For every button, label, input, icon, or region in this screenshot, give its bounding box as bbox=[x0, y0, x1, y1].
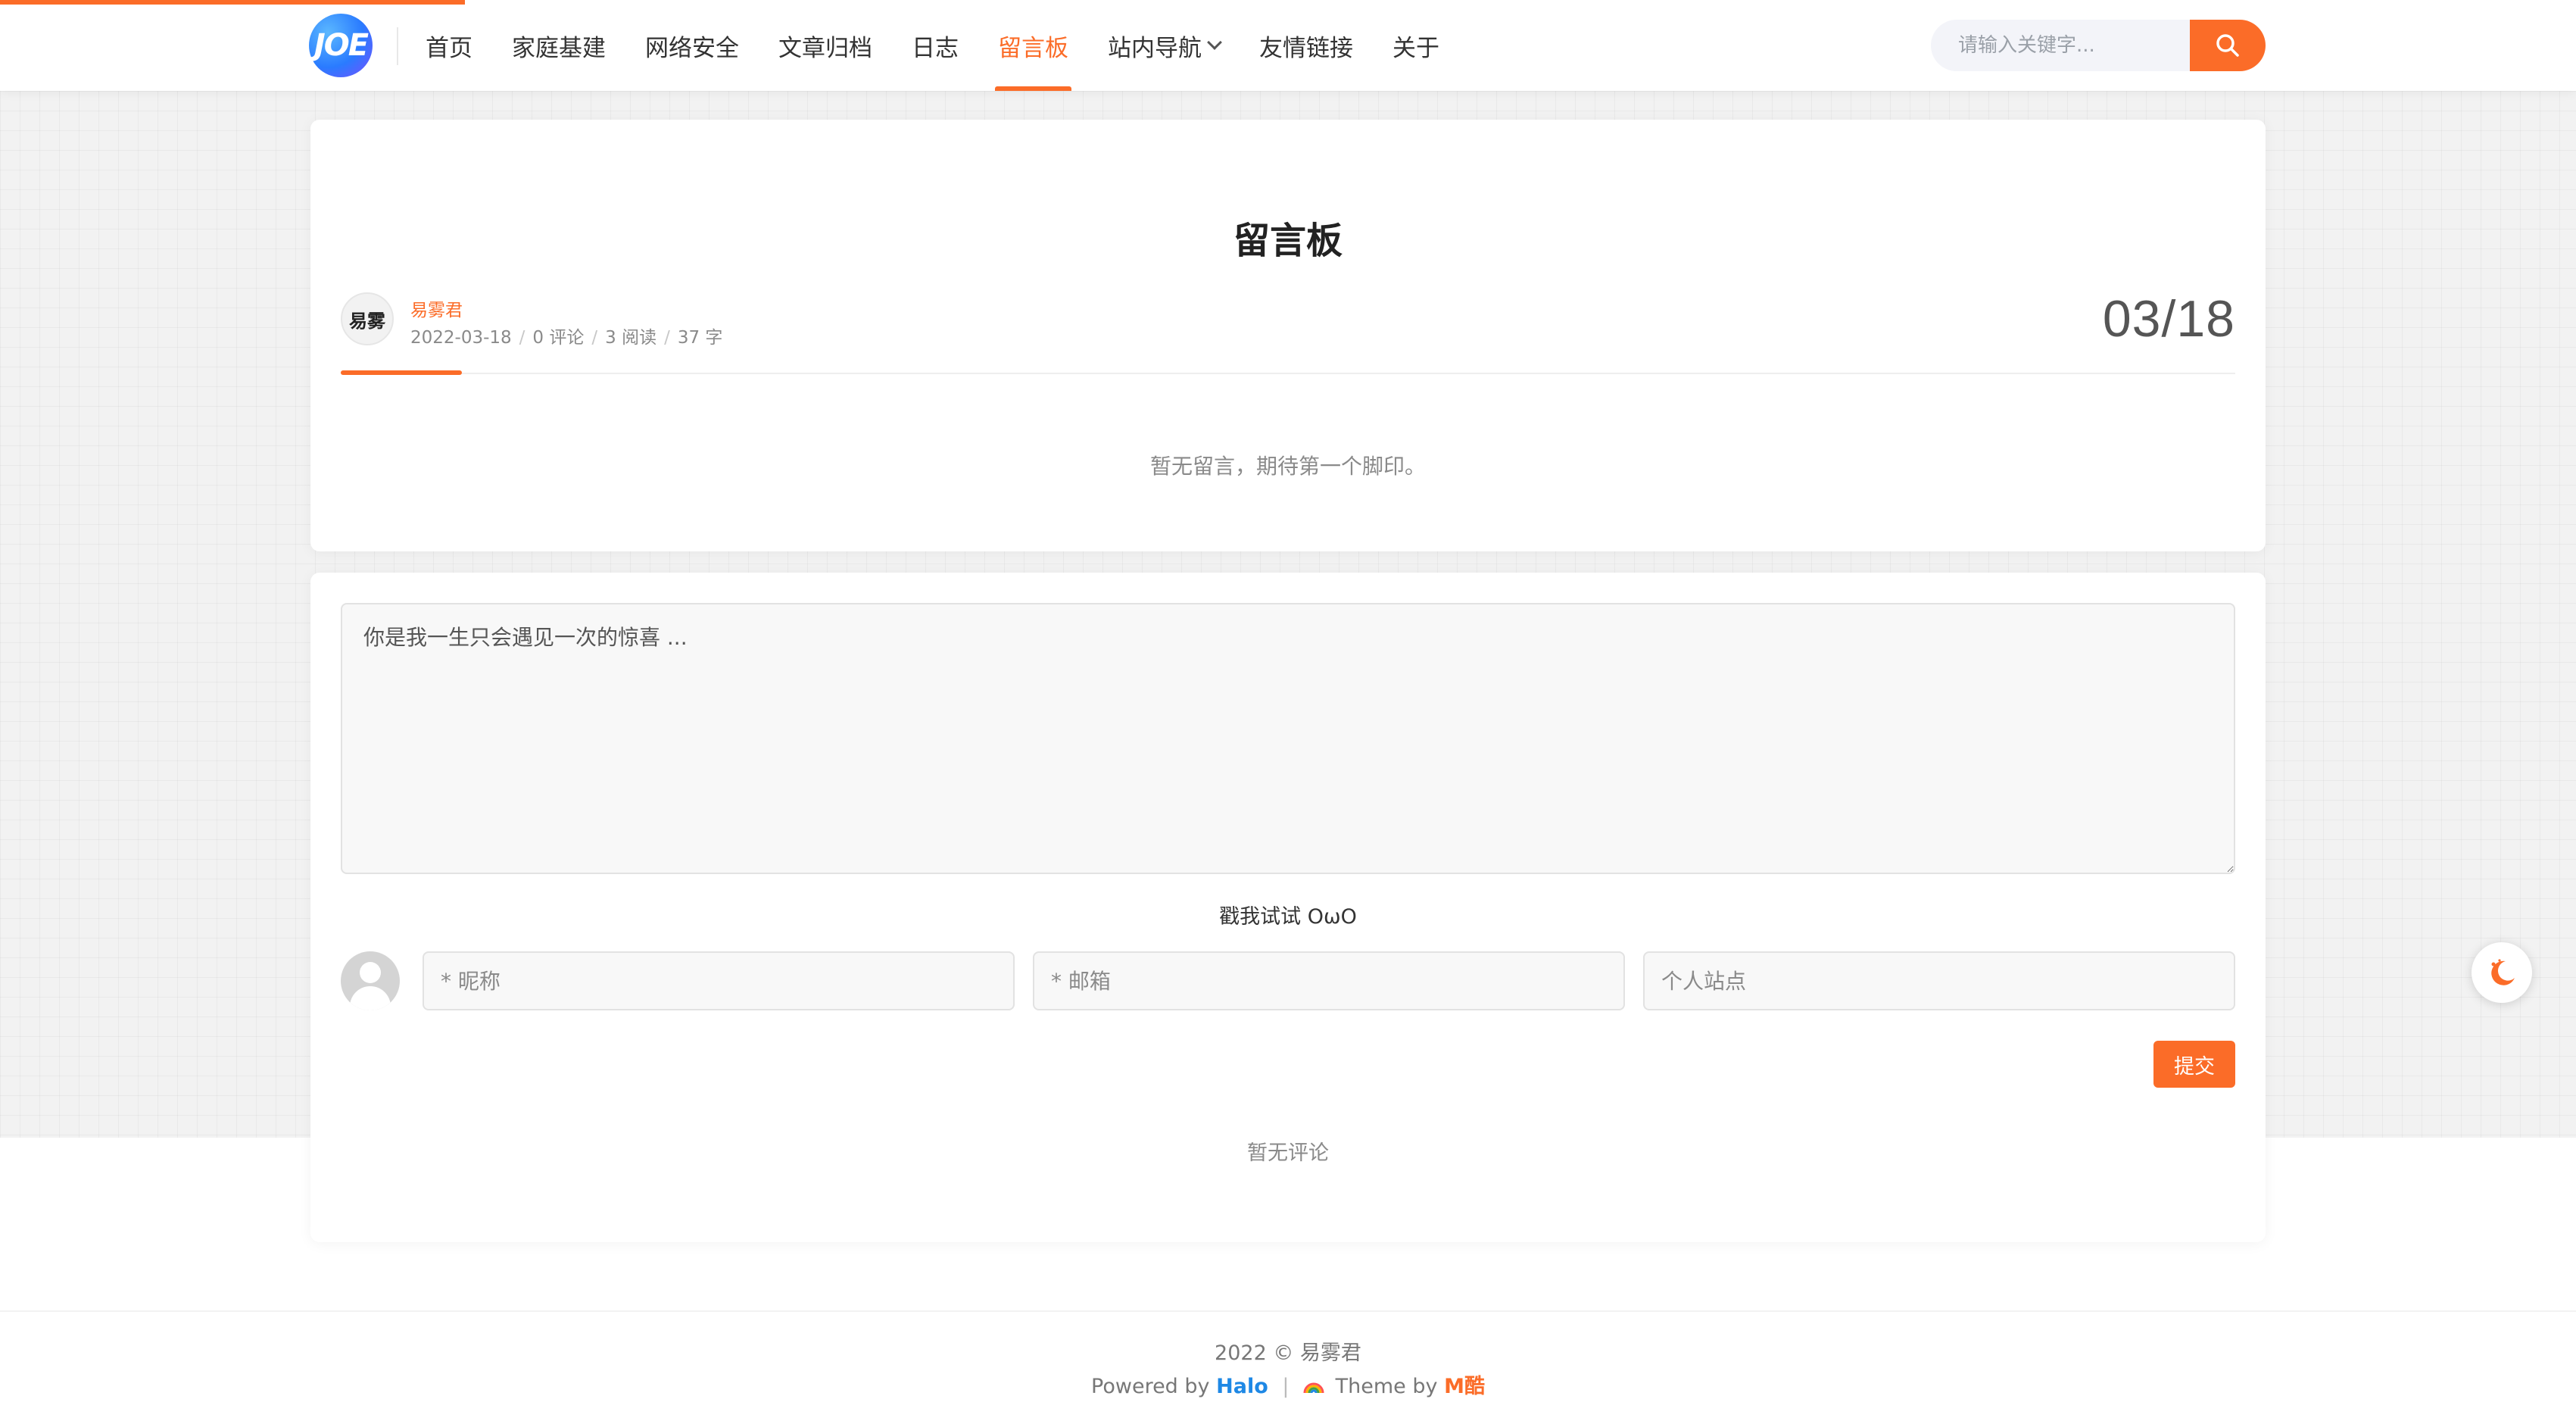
author-name[interactable]: 易雾君 bbox=[410, 295, 463, 321]
search-box bbox=[1931, 20, 2266, 71]
rainbow-icon bbox=[1303, 1382, 1324, 1394]
nav-item-site-navigation[interactable]: 站内导航 bbox=[1108, 0, 1222, 91]
nav-item-about[interactable]: 关于 bbox=[1392, 0, 1439, 91]
meta-separator: / bbox=[591, 328, 598, 348]
nav-item-guestbook[interactable]: 留言板 bbox=[995, 0, 1071, 91]
post-empty-message: 暂无留言，期待第一个脚印。 bbox=[1149, 454, 1426, 479]
nav-label: 留言板 bbox=[998, 34, 1068, 62]
author-avatar-text: 易雾 bbox=[349, 310, 385, 332]
page-title: 留言板 bbox=[1233, 220, 1343, 262]
footer-copyright: 2022 © 易雾君 bbox=[1215, 1341, 1361, 1365]
nav-label: 友情链接 bbox=[1259, 34, 1353, 62]
nav-item-network-security[interactable]: 网络安全 bbox=[645, 0, 739, 91]
nickname-field[interactable] bbox=[423, 951, 1015, 1010]
submit-button[interactable]: 提交 bbox=[2153, 1041, 2235, 1088]
search-input[interactable] bbox=[1931, 20, 2203, 71]
avatar-head-shape bbox=[360, 962, 381, 983]
chevron-down-icon bbox=[1207, 35, 1222, 50]
footer-credits: Powered by Halo | Theme by M酷 bbox=[0, 1369, 2576, 1399]
post-card: 留言板 易雾 易雾君 2022-03-18 / 0 评论 / 3 阅读 / 37 字 03/… bbox=[310, 120, 2266, 551]
comment-card: 戳我试试 OωO 提交 暂无评论 bbox=[310, 573, 2266, 1242]
nav-label: 首页 bbox=[426, 34, 472, 62]
no-comments-message: 暂无评论 bbox=[1247, 1141, 1329, 1165]
website-field[interactable] bbox=[1643, 951, 2235, 1010]
post-read-count: 3 阅读 bbox=[605, 328, 657, 348]
nav-label: 网络安全 bbox=[645, 34, 739, 62]
nav-item-archive[interactable]: 文章归档 bbox=[778, 0, 872, 91]
meta-separator: / bbox=[664, 328, 670, 348]
main-nav: 首页 家庭基建 网络安全 文章归档 日志 留言板 站内导航 友情链接 关于 bbox=[426, 0, 1479, 91]
nav-item-friend-links[interactable]: 友情链接 bbox=[1259, 0, 1353, 91]
logo-divider bbox=[397, 27, 398, 65]
post-divider bbox=[341, 373, 2235, 374]
powered-by-text: Powered by bbox=[1091, 1375, 1210, 1398]
avatar-body-shape bbox=[350, 986, 391, 1010]
author-avatar[interactable]: 易雾 bbox=[341, 292, 394, 345]
nav-label: 家庭基建 bbox=[512, 34, 606, 62]
page: JOE 首页 家庭基建 网络安全 文章归档 日志 留言板 站内导航 友情链接 关… bbox=[0, 0, 2576, 1424]
search-button[interactable] bbox=[2190, 20, 2266, 71]
nav-item-home-infrastructure[interactable]: 家庭基建 bbox=[512, 0, 606, 91]
theme-author-link[interactable]: M酷 bbox=[1444, 1375, 1485, 1398]
email-field[interactable] bbox=[1033, 951, 1625, 1010]
post-divider-accent bbox=[341, 370, 462, 375]
moon-icon bbox=[2491, 959, 2515, 985]
post-word-count: 37 字 bbox=[677, 328, 723, 348]
post-meta: 2022-03-18 / 0 评论 / 3 阅读 / 37 字 bbox=[410, 323, 722, 348]
meta-separator: / bbox=[519, 328, 525, 348]
emoji-picker-toggle[interactable]: 戳我试试 OωO bbox=[310, 900, 2266, 929]
post-date-large: 03/18 bbox=[2102, 290, 2235, 348]
nav-label: 文章归档 bbox=[778, 34, 872, 62]
nav-label: 站内导航 bbox=[1108, 34, 1202, 62]
dark-mode-toggle[interactable] bbox=[2472, 942, 2532, 1003]
guest-avatar bbox=[341, 951, 400, 1010]
post-comment-count: 0 评论 bbox=[532, 328, 585, 348]
search-icon bbox=[2216, 34, 2239, 57]
nav-item-journal[interactable]: 日志 bbox=[912, 0, 959, 91]
site-footer: 2022 © 易雾君 Powered by Halo | Theme by M酷 bbox=[0, 1310, 2576, 1424]
nav-item-home[interactable]: 首页 bbox=[426, 0, 472, 91]
nav-label: 日志 bbox=[912, 34, 959, 62]
post-date: 2022-03-18 bbox=[410, 328, 512, 348]
comment-textarea[interactable] bbox=[341, 603, 2235, 874]
footer-separator: | bbox=[1282, 1375, 1290, 1398]
halo-link[interactable]: Halo bbox=[1216, 1375, 1268, 1398]
theme-by-text: Theme by bbox=[1335, 1375, 1438, 1398]
logo-text: JOE bbox=[313, 28, 369, 63]
site-header: JOE 首页 家庭基建 网络安全 文章归档 日志 留言板 站内导航 友情链接 关… bbox=[0, 0, 2576, 91]
loading-progress-bar bbox=[0, 0, 465, 5]
nav-label: 关于 bbox=[1392, 34, 1439, 62]
site-logo[interactable]: JOE bbox=[309, 14, 373, 77]
